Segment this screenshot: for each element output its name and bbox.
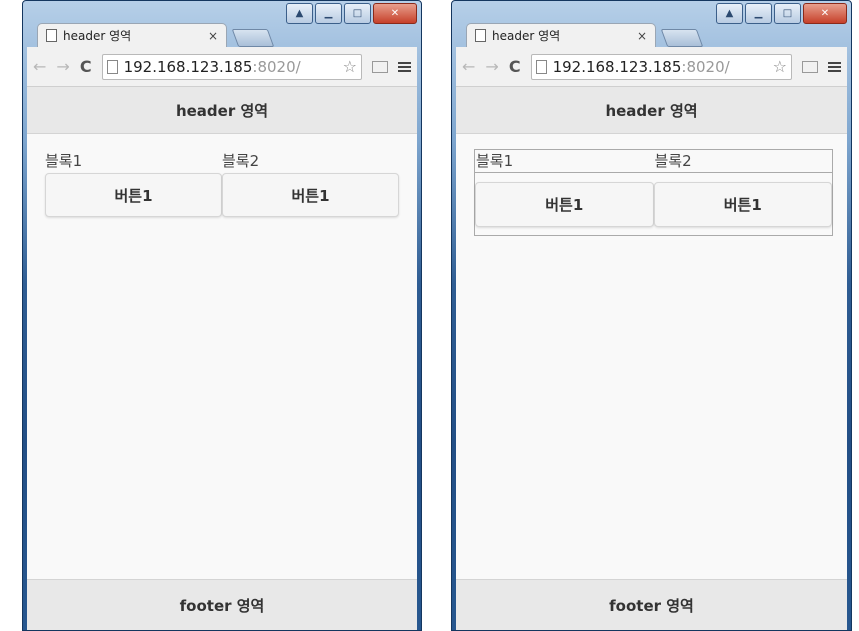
block-button-row: 버튼1 버튼1	[475, 173, 832, 227]
block-label: 블록1	[45, 152, 83, 170]
tab-title: header 영역	[492, 29, 561, 43]
reload-icon[interactable]: C	[509, 57, 521, 76]
address-bar[interactable]: 192.168.123.185:8020/ ☆	[101, 53, 362, 80]
block-label: 블록2	[654, 152, 692, 170]
window-controls: ▲ ▁ □ ✕	[286, 3, 417, 24]
new-tab-button[interactable]	[660, 29, 704, 47]
url-text: 192.168.123.185:8020/	[123, 57, 301, 76]
block-1: 블록1 버튼1	[45, 149, 222, 217]
url-text: 192.168.123.185:8020/	[552, 57, 730, 76]
user-icon[interactable]: ▲	[286, 3, 313, 24]
minimize-button[interactable]: ▁	[745, 3, 772, 24]
tab-title: header 영역	[63, 29, 132, 43]
page-viewport: header 영역 블록1 블록2 버튼1 버튼1 footer 영역	[456, 87, 847, 630]
address-bar[interactable]: 192.168.123.185:8020/ ☆	[530, 53, 792, 80]
maximize-button[interactable]: □	[774, 3, 801, 24]
block-grid: 블록1 버튼1 블록2 버튼1	[45, 149, 399, 217]
block-label-row: 블록1 블록2	[475, 150, 832, 173]
close-window-button[interactable]: ✕	[803, 3, 847, 24]
page-header: header 영역	[27, 87, 417, 134]
page-footer: footer 영역	[27, 579, 417, 630]
button-2[interactable]: 버튼1	[653, 182, 832, 227]
page-viewport: header 영역 블록1 버튼1 블록2 버튼1 footer 영역	[27, 87, 417, 630]
block-label: 블록2	[222, 152, 260, 170]
menu-icon[interactable]	[828, 61, 841, 72]
maximize-button[interactable]: □	[344, 3, 371, 24]
block-2: 블록2 버튼1	[222, 149, 399, 217]
window-controls: ▲ ▁ □ ✕	[716, 3, 847, 24]
forward-icon[interactable]: →	[485, 57, 498, 76]
bookmark-star-icon[interactable]: ☆	[343, 57, 357, 76]
browser-toolbar: ← → C 192.168.123.185:8020/ ☆	[27, 47, 417, 87]
block-label: 블록1	[476, 152, 514, 170]
button-1[interactable]: 버튼1	[475, 182, 654, 227]
page-info-icon	[106, 59, 118, 74]
forward-icon[interactable]: →	[56, 57, 69, 76]
cast-icon[interactable]	[372, 60, 388, 73]
page-header: header 영역	[456, 87, 847, 134]
browser-tab[interactable]: header 영역 ×	[466, 23, 656, 47]
browser-window-left: ▲ ▁ □ ✕ header 영역 × ← → C 192.168.123.18…	[22, 0, 422, 631]
page-footer: footer 영역	[456, 579, 847, 630]
close-window-button[interactable]: ✕	[373, 3, 417, 24]
page-icon	[475, 29, 486, 42]
page-info-icon	[535, 59, 547, 74]
browser-window-right: ▲ ▁ □ ✕ header 영역 × ← → C 192.168.123.18…	[451, 0, 852, 631]
new-tab-button[interactable]	[231, 29, 275, 47]
minimize-button[interactable]: ▁	[315, 3, 342, 24]
reload-icon[interactable]: C	[80, 57, 92, 76]
menu-icon[interactable]	[398, 61, 411, 72]
tab-close-icon[interactable]: ×	[208, 29, 218, 43]
back-icon[interactable]: ←	[462, 57, 475, 76]
browser-toolbar: ← → C 192.168.123.185:8020/ ☆	[456, 47, 847, 87]
user-icon[interactable]: ▲	[716, 3, 743, 24]
browser-tab[interactable]: header 영역 ×	[37, 23, 227, 47]
button-1[interactable]: 버튼1	[45, 173, 222, 217]
back-icon[interactable]: ←	[33, 57, 46, 76]
cast-icon[interactable]	[802, 60, 818, 73]
block-grid-bordered: 블록1 블록2 버튼1 버튼1	[474, 149, 833, 236]
button-2[interactable]: 버튼1	[222, 173, 399, 217]
bookmark-star-icon[interactable]: ☆	[773, 57, 787, 76]
tab-close-icon[interactable]: ×	[637, 29, 647, 43]
page-icon	[46, 29, 57, 42]
